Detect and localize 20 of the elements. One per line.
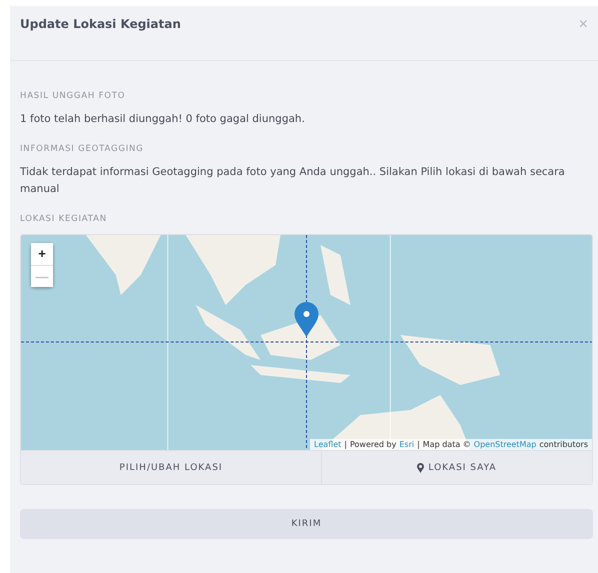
attribution-text: | <box>417 440 420 449</box>
attribution-link[interactable]: OpenStreetMap <box>474 440 536 449</box>
map-action-button[interactable]: PILIH/UBAH LOKASI <box>21 451 321 484</box>
attribution-text: contributors <box>539 440 588 449</box>
section-label: INFORMASI GEOTAGGING <box>20 144 145 154</box>
attribution-text: Map data © <box>422 440 471 449</box>
submit-button[interactable]: KIRIM <box>20 509 593 539</box>
dialog-title: Update Lokasi Kegiatan <box>20 17 181 31</box>
section-label: LOKASI KEGIATAN <box>20 214 108 224</box>
attribution-text: | <box>344 440 347 449</box>
attribution-link[interactable]: Esri <box>399 440 414 449</box>
info-text: Tidak terdapat informasi Geotagging pada foto yang Anda unggah.. Silakan Pilih lokasi di bawah secara manual <box>20 165 566 197</box>
attribution-text: Powered by <box>350 440 396 449</box>
map-pin-icon <box>417 462 424 472</box>
map-drawing[interactable] <box>21 235 592 450</box>
info-text: 1 foto telah berhasil diunggah! 0 foto gagal diunggah. <box>20 112 306 127</box>
zoom-in-button[interactable]: + <box>31 243 53 265</box>
map-action-button[interactable]: LOKASI SAYA <box>321 451 592 484</box>
attribution-link[interactable]: Leaflet <box>314 440 342 449</box>
section-label: HASIL UNGGAH FOTO <box>20 91 126 101</box>
